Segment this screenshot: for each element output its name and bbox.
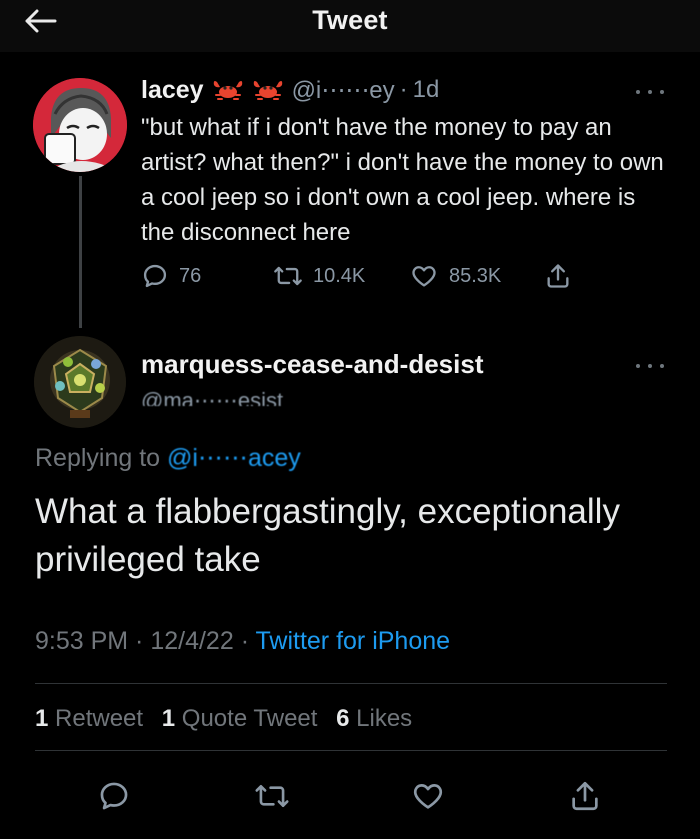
heart-icon	[412, 266, 436, 287]
share-icon	[547, 264, 569, 288]
quote-tweets-label: Quote Tweet	[181, 705, 318, 732]
share-icon	[572, 781, 598, 811]
reply-count: 76	[179, 264, 202, 287]
retweet-icon	[255, 784, 289, 808]
retweets-label: Retweet	[55, 705, 144, 732]
retweets-stat[interactable]: 1 Retweet	[35, 705, 143, 732]
parent-tweet-header: lacey @i⋯⋯ey · 1d	[141, 73, 439, 107]
like-button[interactable]: 85.3K	[409, 262, 501, 290]
top-bar: Tweet	[0, 0, 700, 52]
tweet-time[interactable]: 9:53 PM	[35, 627, 128, 655]
tweet-text: What a flabbergastingly, exceptionally p…	[35, 492, 620, 579]
tweet-text: "but what if i don't have the money to p…	[141, 114, 664, 246]
author-handle[interactable]: @i⋯⋯ey	[292, 76, 395, 105]
quote-tweets-stat[interactable]: 1 Quote Tweet	[162, 705, 318, 732]
heart-icon	[413, 784, 443, 809]
divider	[35, 750, 667, 751]
tweet-actions: 76 10.4K 85.3K	[141, 262, 581, 292]
avatar[interactable]	[33, 78, 127, 172]
retweets-count: 1	[35, 705, 49, 732]
author-handle[interactable]: @ma⋯⋯esist	[141, 388, 283, 406]
tweet-age[interactable]: 1d	[413, 76, 440, 104]
quote-tweets-count: 1	[161, 705, 176, 732]
reply-button[interactable]: 76	[141, 262, 201, 290]
share-button[interactable]	[544, 262, 572, 290]
reply-button[interactable]	[92, 774, 136, 818]
separator-dot: ·	[233, 627, 256, 655]
crab-emoji-icon	[212, 77, 244, 103]
crab-emoji-icon	[252, 77, 284, 103]
like-button[interactable]	[406, 774, 450, 818]
likes-count: 6	[336, 705, 350, 732]
likes-label: Likes	[356, 705, 413, 732]
share-button[interactable]	[563, 774, 607, 818]
thread-line	[79, 176, 82, 328]
retweet-button[interactable]: 10.4K	[273, 262, 365, 290]
likes-stat[interactable]: 6 Likes	[336, 705, 412, 732]
replying-prefix: Replying to	[35, 444, 168, 472]
page-title: Tweet	[312, 5, 388, 35]
tweet-date[interactable]: 12/4/22	[150, 627, 233, 655]
avatar[interactable]	[34, 336, 126, 428]
tweet-source-link[interactable]: Twitter for iPhone	[256, 627, 451, 655]
retweet-icon	[274, 266, 302, 286]
more-options-icon[interactable]	[636, 360, 664, 372]
separator-dot: ·	[399, 76, 408, 103]
tweet-meta: 9:53 PM · 12/4/22 · Twitter for iPhone	[35, 627, 450, 656]
retweet-button[interactable]	[250, 774, 294, 818]
author-name[interactable]: lacey	[141, 76, 204, 105]
tweet-stats: 1 Retweet 1 Quote Tweet 6 Likes	[35, 705, 424, 733]
replying-to: Replying to @i⋯⋯acey	[35, 443, 301, 473]
reply-icon	[143, 264, 167, 288]
replying-mention-link[interactable]: @i⋯⋯acey	[167, 444, 301, 472]
divider	[35, 683, 667, 684]
more-options-icon[interactable]	[636, 86, 664, 98]
bottom-action-bar	[0, 774, 700, 818]
separator-dot: ·	[128, 627, 151, 655]
like-count: 85.3K	[449, 264, 502, 287]
retweet-count: 10.4K	[313, 264, 366, 287]
author-name[interactable]: marquess-cease-and-desist	[141, 349, 483, 380]
reply-icon	[100, 782, 128, 810]
